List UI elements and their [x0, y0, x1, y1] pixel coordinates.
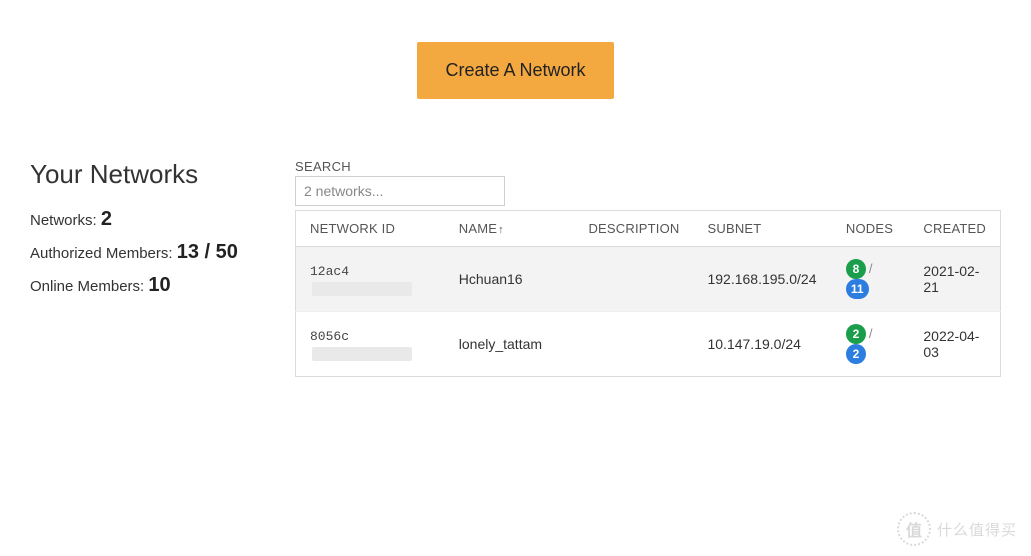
network-id-prefix: 8056c: [310, 329, 349, 344]
th-description[interactable]: DESCRIPTION: [574, 211, 693, 247]
th-name-text: NAME: [459, 221, 497, 236]
network-subnet: 192.168.195.0/24: [693, 247, 831, 312]
nodes-total-badge: 2: [846, 344, 866, 364]
stat-authorized-label: Authorized Members:: [30, 245, 173, 262]
table-row[interactable]: 12ac4 Hchuan16 192.168.195.0/24 8/11 202…: [296, 247, 1001, 312]
stat-authorized: Authorized Members: 13 / 50: [30, 241, 275, 264]
network-id-redacted: [312, 347, 412, 361]
th-network-id[interactable]: NETWORK ID: [296, 211, 445, 247]
network-description: [574, 312, 693, 377]
network-id-prefix: 12ac4: [310, 264, 349, 279]
watermark-text: 什么值得买: [937, 519, 1017, 540]
sidebar: Your Networks Networks: 2 Authorized Mem…: [30, 159, 275, 377]
page-title: Your Networks: [30, 159, 275, 190]
network-created: 2022-04-03: [909, 312, 1000, 377]
th-name[interactable]: NAME↑: [445, 211, 575, 247]
network-name: lonely_tattam: [445, 312, 575, 377]
network-created: 2021-02-21: [909, 247, 1000, 312]
stat-networks: Networks: 2: [30, 208, 275, 231]
main-content: SEARCH NETWORK ID NAME↑ DESCRIPTION SUBN…: [295, 159, 1001, 377]
networks-table: NETWORK ID NAME↑ DESCRIPTION SUBNET NODE…: [295, 210, 1001, 377]
nodes-online-badge: 8: [846, 259, 866, 279]
network-subnet: 10.147.19.0/24: [693, 312, 831, 377]
th-created[interactable]: CREATED: [909, 211, 1000, 247]
stat-networks-label: Networks:: [30, 212, 97, 229]
nodes-online-badge: 2: [846, 324, 866, 344]
stat-networks-value: 2: [101, 208, 112, 230]
stat-authorized-value: 13 / 50: [177, 241, 238, 263]
nodes-separator: /: [869, 326, 873, 341]
network-name: Hchuan16: [445, 247, 575, 312]
th-subnet[interactable]: SUBNET: [693, 211, 831, 247]
nodes-total-badge: 11: [846, 279, 869, 299]
stat-online: Online Members: 10: [30, 274, 275, 297]
network-description: [574, 247, 693, 312]
th-nodes[interactable]: NODES: [832, 211, 909, 247]
search-label: SEARCH: [295, 159, 1001, 174]
network-nodes: 2/2: [832, 312, 909, 377]
watermark-icon: 值: [897, 512, 931, 546]
sort-ascending-icon: ↑: [498, 224, 504, 236]
search-input[interactable]: [295, 176, 505, 206]
nodes-separator: /: [869, 261, 873, 276]
create-network-button[interactable]: Create A Network: [417, 42, 613, 99]
table-row[interactable]: 8056c lonely_tattam 10.147.19.0/24 2/2 2…: [296, 312, 1001, 377]
network-nodes: 8/11: [832, 247, 909, 312]
stat-online-value: 10: [148, 274, 170, 296]
watermark: 值 什么值得买: [897, 512, 1017, 546]
stat-online-label: Online Members:: [30, 278, 144, 295]
network-id-redacted: [312, 282, 412, 296]
